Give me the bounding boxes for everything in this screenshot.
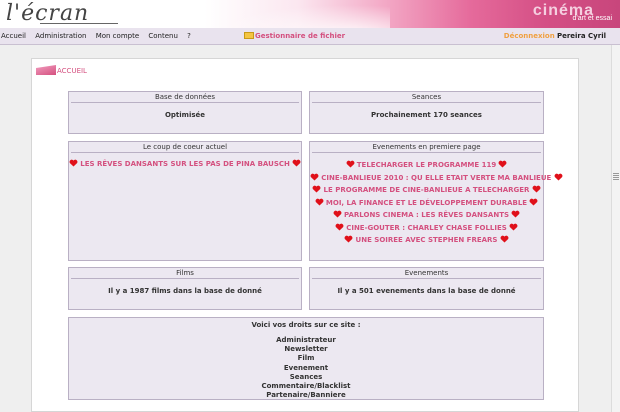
heart-icon [292,159,301,167]
event-item-label: CINE-BANLIEUE 2010 : QU ELLE ETAIT VERTE… [321,173,552,182]
logo-underline [40,23,118,24]
heart-icon [529,198,538,206]
heart-icon [344,235,353,243]
menu-item-administration[interactable]: Administration [35,32,86,40]
file-manager-label: Gestionnaire de fichier [255,32,346,40]
event-item[interactable]: LE PROGRAMME DE CINE-BANLIEUE A TELECHAR… [310,184,543,197]
menu-item-accueil[interactable]: Accueil [1,32,26,40]
sessions-title: Seances [312,92,541,103]
menu-item-help[interactable]: ? [187,32,191,40]
heart-icon [509,223,518,231]
rights-list: Administrateur Newsletter Film Evenement… [69,336,543,400]
events-home-title: Evenements en premiere page [312,142,541,153]
scrollbar-grip[interactable] [613,173,619,181]
heart-icon [69,159,78,167]
events-home-box: Evenements en premiere page TELECHARGER … [309,141,562,261]
films-count: Il y a 1987 films dans la base de donné [108,287,262,295]
heart-icon [333,210,342,218]
menu-bar: Accueil Administration Mon compte Conten… [0,28,620,45]
heart-icon [346,160,355,168]
rights-item: Newsletter [284,345,328,354]
user-box: Déconnexion Pereira Cyril [504,28,606,45]
content-card: ACCUEIL Base de données Optimisée Seance… [31,58,579,412]
event-item[interactable]: PARLONS CINEMA : LES RÊVES DANSANTS [310,209,543,222]
folder-icon [244,32,254,39]
heart-icon [498,160,507,168]
events-box: Evenements Il y a 501 evenements dans la… [309,267,544,310]
menu-item-mon-compte[interactable]: Mon compte [96,32,139,40]
event-item-label: TELECHARGER LE PROGRAMME 119 [356,161,497,169]
heart-icon [500,235,509,243]
banner-wave [190,0,390,28]
favorite-title: Le coup de coeur actuel [71,142,299,153]
event-item[interactable]: CINE-BANLIEUE 2010 : QU ELLE ETAIT VERTE… [310,172,562,185]
rights-item: Evenement [283,363,329,372]
logout-link[interactable]: Déconnexion [504,32,555,40]
heart-icon [335,223,344,231]
event-item-label: LE PROGRAMME DE CINE-BANLIEUE A TELECHAR… [323,186,530,194]
rights-item: Film [297,354,315,363]
heart-icon [554,173,563,181]
database-box: Base de données Optimisée [68,91,302,134]
events-home-list: TELECHARGER LE PROGRAMME 119 CINE-BANLIE… [310,159,562,247]
rights-item: Administrateur [276,336,336,344]
heart-icon [312,185,321,193]
header-banner: l'écran cinéma d'art et essai [0,0,620,28]
event-item-label: UNE SOIREE AVEC STEPHEN FREARS [355,236,498,244]
user-name: Pereira Cyril [556,32,606,40]
heart-icon [315,198,324,206]
event-item-label: MOI, LA FINANCE ET LE DÉVELOPPEMENT DURA… [325,198,528,207]
event-item-label: CINE-GOUTER : CHARLEY CHASE FOLLIES [346,223,507,232]
database-status: Optimisée [164,111,206,119]
rights-item: Partenaire/Banniere [266,391,346,400]
database-title: Base de données [71,92,299,103]
heart-icon [532,185,541,193]
event-item[interactable]: TELECHARGER LE PROGRAMME 119 [310,159,543,172]
breadcrumb-tab-icon [36,65,56,75]
films-box: Films Il y a 1987 films dans la base de … [68,267,302,310]
sessions-count: Prochainement 170 seances [371,111,482,119]
heart-icon [511,210,520,218]
event-item-label: PARLONS CINEMA : LES RÊVES DANSANTS [343,211,510,219]
heart-icon [310,173,319,181]
rights-item: Commentaire/Blacklist [261,382,351,391]
main-nav: Accueil Administration Mon compte Conten… [1,28,198,45]
films-title: Films [71,268,299,279]
breadcrumb-label[interactable]: ACCUEIL [57,67,87,75]
brand-subtitle: d'art et essai [572,15,612,22]
file-manager-link[interactable]: Gestionnaire de fichier [244,28,345,45]
favorite-item-label: LES RÊVES DANSANTS SUR LES PAS DE PINA B… [80,160,290,168]
events-title: Evenements [312,268,541,279]
event-item[interactable]: UNE SOIREE AVEC STEPHEN FREARS [310,234,543,247]
event-item[interactable]: MOI, LA FINANCE ET LE DÉVELOPPEMENT DURA… [310,197,543,210]
events-count: Il y a 501 evenements dans la base de do… [337,287,516,295]
vertical-scrollbar[interactable] [611,45,620,412]
event-item[interactable]: CINE-GOUTER : CHARLEY CHASE FOLLIES [310,222,543,235]
rights-item: Seances [289,372,323,381]
favorite-item[interactable]: LES RÊVES DANSANTS SUR LES PAS DE PINA B… [69,159,301,168]
rights-title: Voici vos droits sur ce site : [251,321,361,329]
sessions-box: Seances Prochainement 170 seances [309,91,544,134]
favorite-box: Le coup de coeur actuel LES RÊVES DANSAN… [68,141,302,261]
menu-item-contenu[interactable]: Contenu [148,32,178,40]
rights-box: Voici vos droits sur ce site : Administr… [68,317,544,400]
breadcrumb: ACCUEIL [36,65,87,75]
